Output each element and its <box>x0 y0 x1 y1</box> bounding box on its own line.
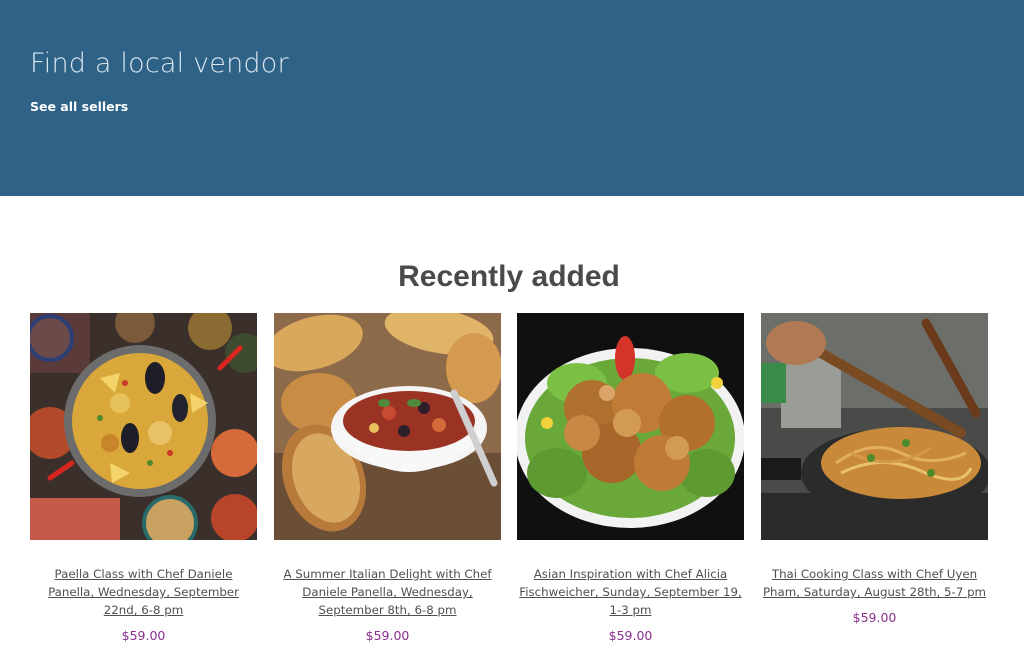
product-image-link[interactable] <box>517 313 744 540</box>
product-card: A Summer Italian Delight with Chef Danie… <box>274 313 501 643</box>
recently-added-heading: Recently added <box>398 260 620 293</box>
product-title[interactable]: A Summer Italian Delight with Chef Danie… <box>274 565 501 619</box>
fried-chicken-image <box>517 313 744 540</box>
see-all-sellers-link[interactable]: See all sellers <box>30 99 128 114</box>
product-image-link[interactable] <box>274 313 501 540</box>
product-title[interactable]: Asian Inspiration with Chef Alicia Fisch… <box>517 565 744 619</box>
caponata-bowl-image <box>274 313 501 540</box>
paella-dish-image <box>30 313 257 540</box>
product-price: $59.00 <box>608 628 653 643</box>
product-card: Thai Cooking Class with Chef Uyen Pham, … <box>761 313 988 625</box>
product-card: Paella Class with Chef Daniele Panella, … <box>30 313 257 643</box>
product-price: $59.00 <box>852 610 897 625</box>
product-price: $59.00 <box>365 628 410 643</box>
hero-title: Find a local vendor <box>30 48 289 79</box>
product-title[interactable]: Thai Cooking Class with Chef Uyen Pham, … <box>761 565 988 601</box>
product-price: $59.00 <box>121 628 166 643</box>
product-card: Asian Inspiration with Chef Alicia Fisch… <box>517 313 744 643</box>
vendor-hero-banner: Find a local vendor See all sellers <box>0 0 1024 196</box>
product-image-link[interactable] <box>761 313 988 540</box>
pad-thai-wok-image <box>761 313 988 540</box>
product-image-link[interactable] <box>30 313 257 540</box>
product-title[interactable]: Paella Class with Chef Daniele Panella, … <box>30 565 257 619</box>
